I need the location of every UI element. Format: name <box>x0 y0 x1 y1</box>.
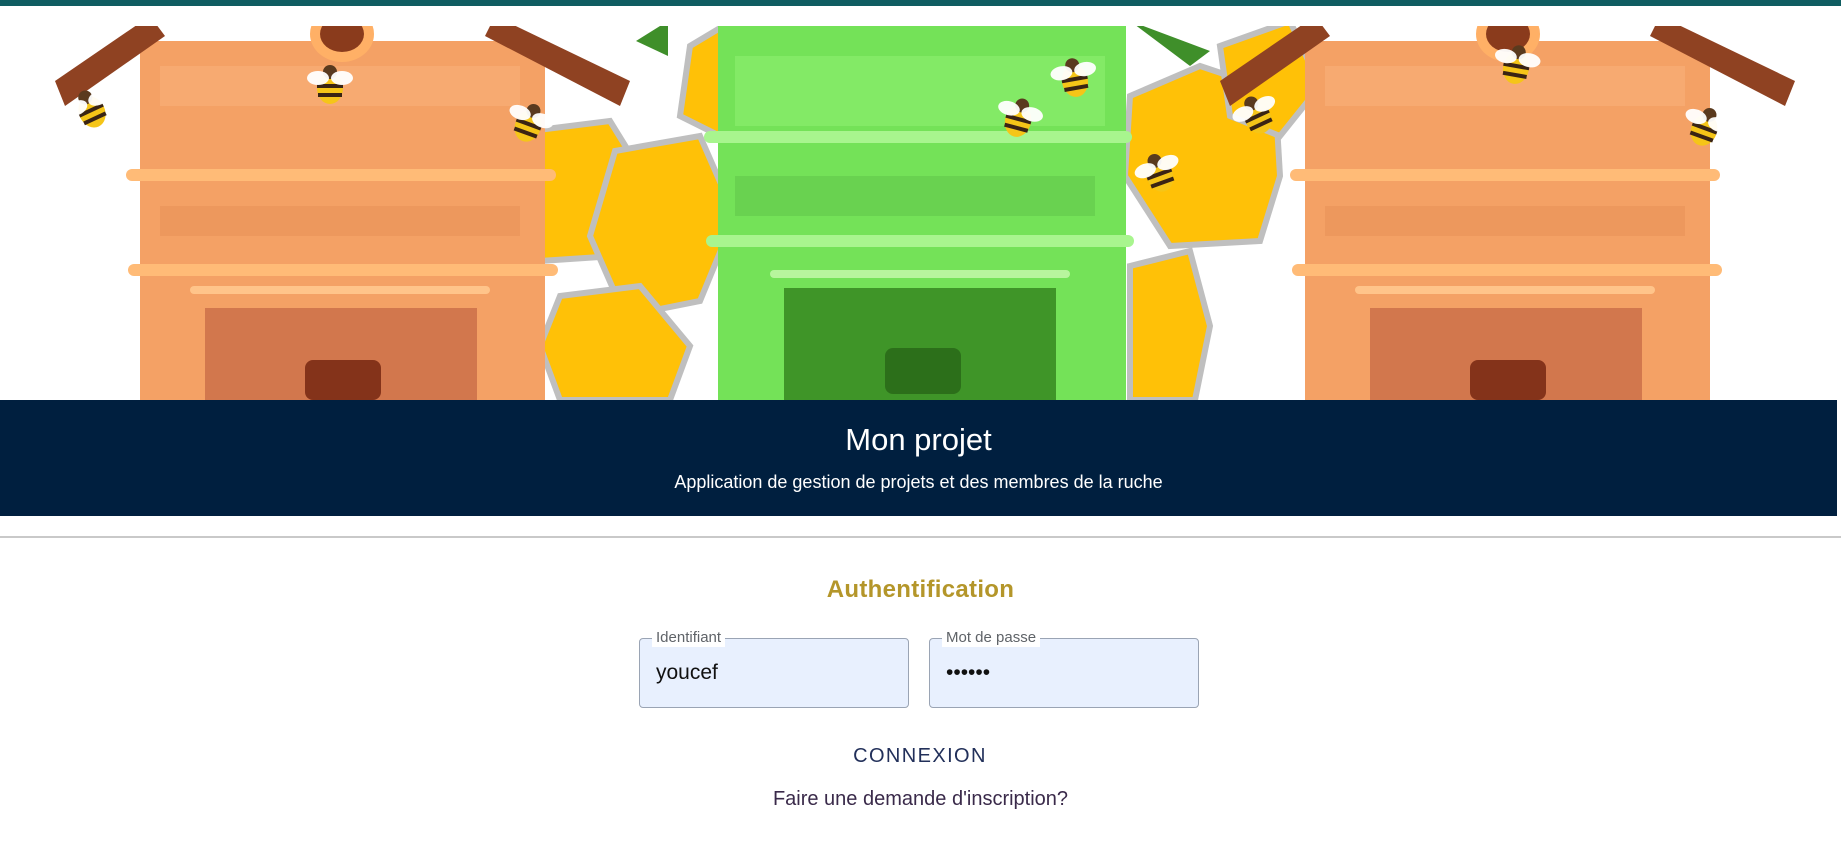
page-title: Mon projet <box>845 422 992 457</box>
signup-link[interactable]: Faire une demande d'inscription? <box>0 788 1841 811</box>
auth-title: Authentification <box>826 576 1015 603</box>
password-label: Mot de passe <box>942 629 1041 647</box>
password-field[interactable]: Mot de passe •••••• <box>929 629 1199 708</box>
hive-center <box>636 26 1210 400</box>
password-value[interactable]: •••••• <box>946 661 990 685</box>
hive-right <box>1220 26 1795 400</box>
banner-illustration <box>0 26 1841 400</box>
username-value[interactable]: youcef <box>656 661 718 685</box>
top-accent-stripe <box>0 0 1841 6</box>
username-label: Identifiant <box>652 629 726 647</box>
title-band: Mon projet Application de gestion de pro… <box>0 400 1837 516</box>
username-field[interactable]: Identifiant youcef <box>639 629 909 708</box>
page-subtitle: Application de gestion de projets et des… <box>674 472 1163 492</box>
login-button[interactable]: CONNEXION <box>820 738 1020 772</box>
beehives-illustration <box>55 26 1795 400</box>
divider <box>0 536 1841 538</box>
